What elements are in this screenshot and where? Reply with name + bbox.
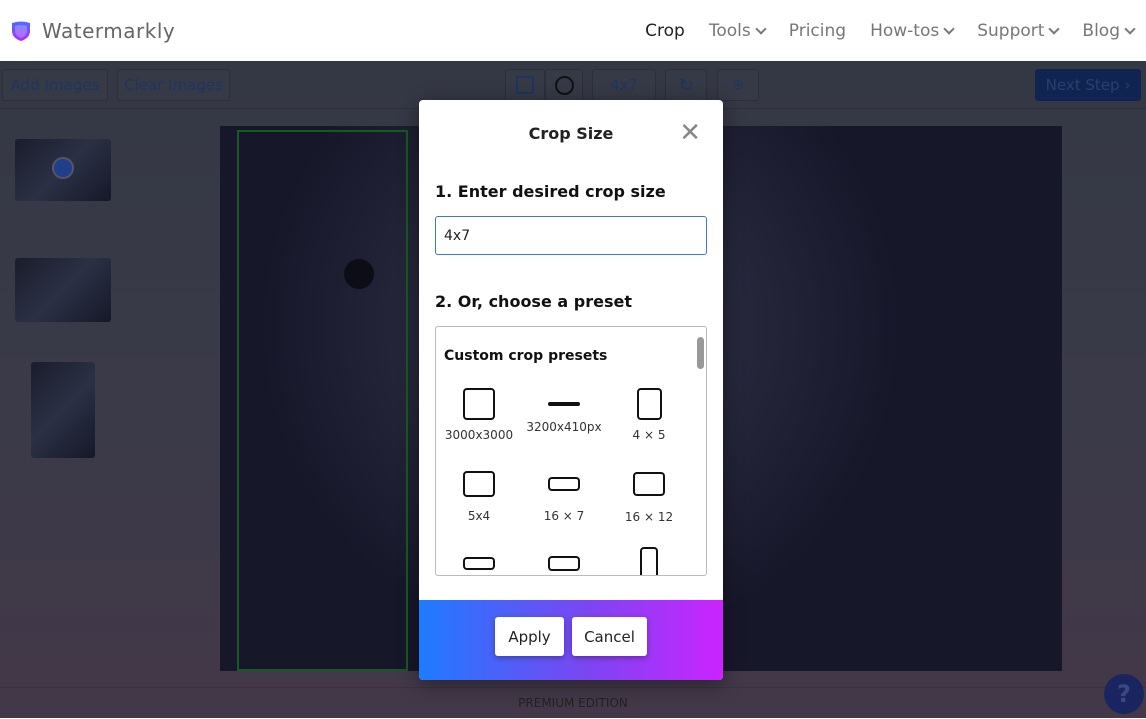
preset-label: 16 × 12 xyxy=(624,510,674,524)
crop-size-button[interactable]: 4x7 xyxy=(592,69,656,101)
add-image-plus-button[interactable]: ⊕ xyxy=(717,69,759,101)
preset-item[interactable] xyxy=(521,556,607,571)
chevron-down-icon xyxy=(755,22,767,35)
apply-button[interactable]: Apply xyxy=(495,617,564,656)
portrait-rect-icon xyxy=(636,388,662,420)
preset-item[interactable]: 4 × 5 xyxy=(606,388,692,442)
tall-rect-icon xyxy=(640,547,658,575)
preset-label: 4 × 5 xyxy=(632,428,666,442)
nav-tools[interactable]: Tools xyxy=(708,20,767,41)
circle-icon xyxy=(554,75,574,95)
preset-item[interactable] xyxy=(606,547,692,575)
nav-support-label: Support xyxy=(977,20,1045,41)
image-thumbnail[interactable] xyxy=(15,258,111,322)
dialog-title: Crop Size xyxy=(528,124,614,143)
scrollbar[interactable] xyxy=(697,337,704,369)
presets-title: Custom crop presets xyxy=(444,348,608,364)
step2-heading: 2. Or, choose a preset xyxy=(435,292,632,311)
preset-label: 3000x3000 xyxy=(444,428,514,442)
rectangle-crop-button[interactable] xyxy=(505,69,545,101)
nav-howtos[interactable]: How-tos xyxy=(870,20,955,41)
chevron-down-icon xyxy=(943,22,955,35)
wide-rect-icon xyxy=(548,402,580,406)
next-step-label: Next Step xyxy=(1045,76,1120,94)
nav-crop[interactable]: Crop xyxy=(645,21,685,41)
rotate-button[interactable]: ↻ xyxy=(665,69,707,101)
rotate-icon: ↻ xyxy=(678,74,694,96)
landscape-rect-icon xyxy=(548,477,580,491)
nav-howtos-label: How-tos xyxy=(870,20,940,41)
nav-support[interactable]: Support xyxy=(977,20,1061,41)
landscape-rect-icon xyxy=(548,556,580,571)
brand-name: Watermarkly xyxy=(42,18,176,43)
nav-tools-label: Tools xyxy=(708,20,751,41)
brand-logo[interactable]: Watermarkly xyxy=(10,19,175,43)
step1-heading: 1. Enter desired crop size xyxy=(435,182,666,201)
image-plus-icon: ⊕ xyxy=(732,77,744,93)
top-nav: Watermarkly Crop Tools Pricing How-tos S… xyxy=(0,0,1146,61)
crop-frame[interactable] xyxy=(237,130,408,671)
preset-item[interactable]: 16 × 7 xyxy=(521,477,607,523)
preset-item[interactable]: 5x4 xyxy=(436,471,522,523)
crop-size-dialog: Crop Size ✕ 1. Enter desired crop size 2… xyxy=(419,100,723,680)
crop-size-input[interactable] xyxy=(435,216,707,255)
preset-label: 16 × 7 xyxy=(543,509,585,523)
square-icon xyxy=(463,388,495,420)
preset-list: Custom crop presets 3000x3000 3200x410px… xyxy=(435,326,707,576)
dialog-footer: Apply Cancel xyxy=(419,600,723,680)
edition-footer: PREMIUM EDITION xyxy=(0,687,1146,718)
image-thumbnail[interactable] xyxy=(31,362,95,458)
nav-blog[interactable]: Blog xyxy=(1082,20,1136,41)
nav-blog-label: Blog xyxy=(1082,20,1120,41)
chevron-down-icon xyxy=(1048,22,1061,35)
shield-icon xyxy=(12,21,30,41)
landscape-rect-icon xyxy=(633,472,665,496)
preset-item[interactable]: 3200x410px xyxy=(521,388,607,434)
add-images-button[interactable]: Add Images xyxy=(2,69,108,101)
check-icon xyxy=(52,157,74,179)
wall-detail xyxy=(344,259,374,289)
chevron-down-icon xyxy=(1124,22,1136,35)
clear-images-button[interactable]: Clear Images xyxy=(117,69,230,101)
nav-pricing[interactable]: Pricing xyxy=(789,21,846,41)
next-step-button[interactable]: Next Step › xyxy=(1035,69,1141,101)
preset-item[interactable]: 16 × 12 xyxy=(606,472,692,524)
square-icon xyxy=(516,76,534,94)
preset-label: 3200x410px xyxy=(526,420,602,434)
preset-label: 5x4 xyxy=(467,509,491,523)
landscape-rect-icon xyxy=(463,471,495,497)
image-thumbnail[interactable] xyxy=(15,139,111,201)
cancel-button[interactable]: Cancel xyxy=(572,617,647,656)
landscape-rect-icon xyxy=(463,557,495,570)
help-button[interactable]: ? xyxy=(1104,674,1144,714)
circle-crop-button[interactable] xyxy=(545,69,583,101)
preset-item[interactable]: 3000x3000 xyxy=(436,388,522,442)
close-icon[interactable]: ✕ xyxy=(679,120,701,146)
preset-item[interactable] xyxy=(436,557,522,570)
